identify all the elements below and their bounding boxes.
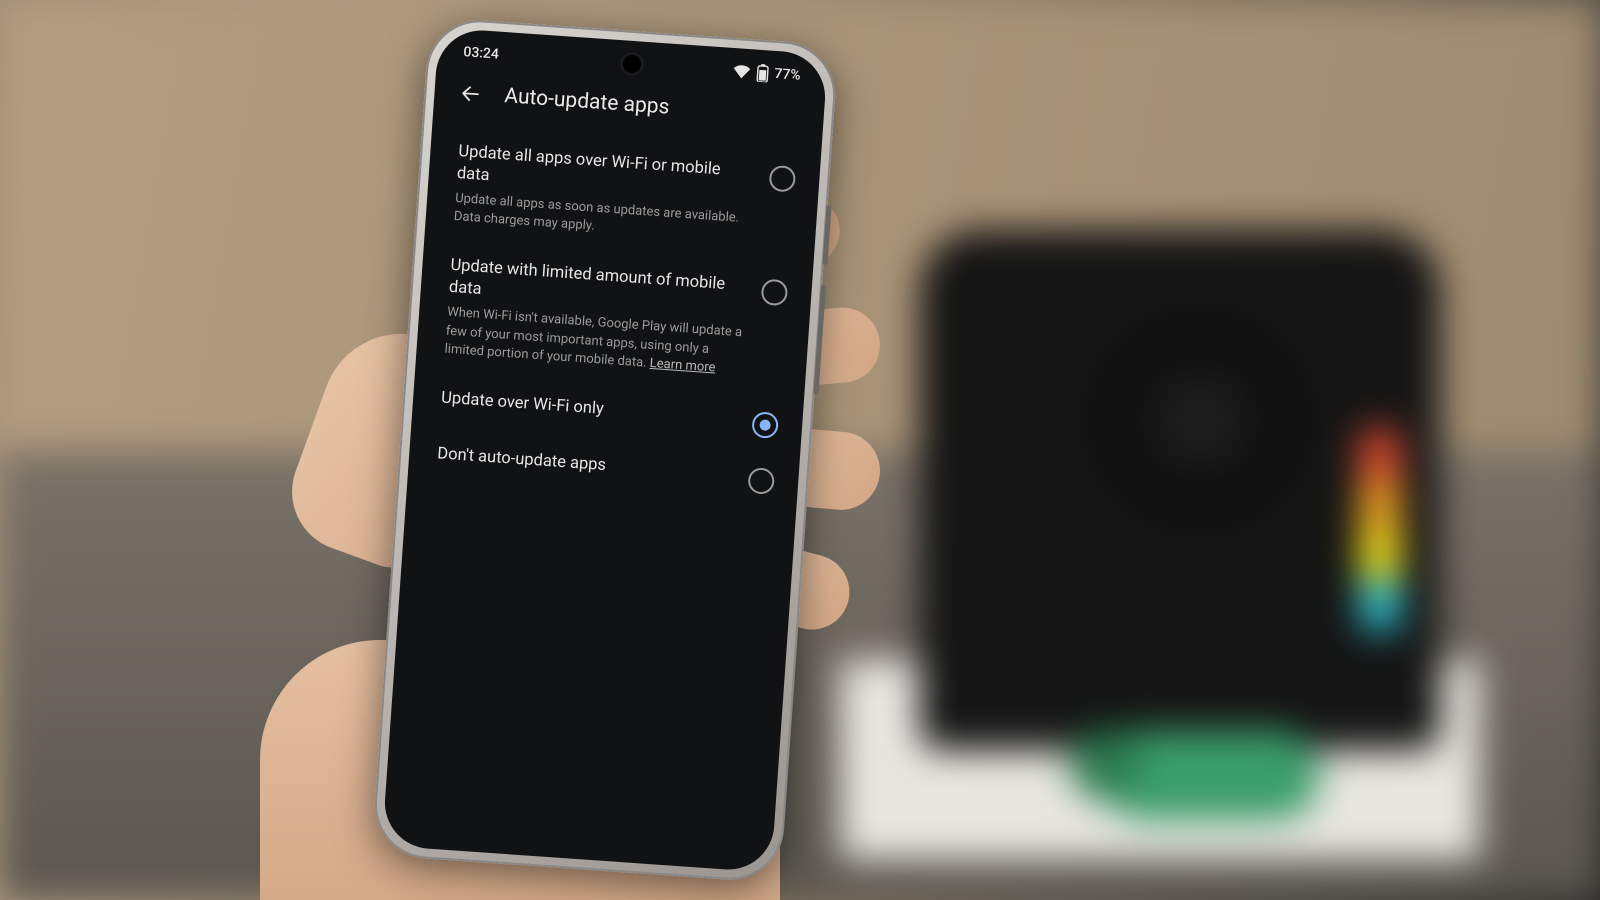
option-title: Don't auto-update apps (436, 444, 735, 487)
back-button[interactable] (456, 79, 486, 109)
radio-checked-icon[interactable] (751, 412, 779, 440)
page-title: Auto-update apps (504, 84, 671, 119)
radio-unchecked-icon[interactable] (747, 467, 775, 495)
radio-unchecked-icon[interactable] (761, 279, 789, 307)
option-title: Update over Wi-Fi only (440, 388, 739, 431)
battery-icon (756, 64, 769, 83)
battery-percent: 77% (774, 66, 801, 84)
phone: 03:24 77% Auto-update apps (371, 17, 839, 884)
photo-scene: 03:24 77% Auto-update apps (0, 0, 1600, 900)
learn-more-link[interactable]: Learn more (649, 356, 716, 376)
phone-screen: 03:24 77% Auto-update apps (382, 27, 828, 872)
options-list: Update all apps over Wi-Fi or mobile dat… (407, 119, 822, 511)
option-limited-mobile[interactable]: Update with limited amount of mobile dat… (419, 239, 809, 398)
radio-unchecked-icon[interactable] (768, 165, 796, 193)
wifi-icon (732, 64, 751, 79)
status-time: 03:24 (463, 44, 500, 62)
